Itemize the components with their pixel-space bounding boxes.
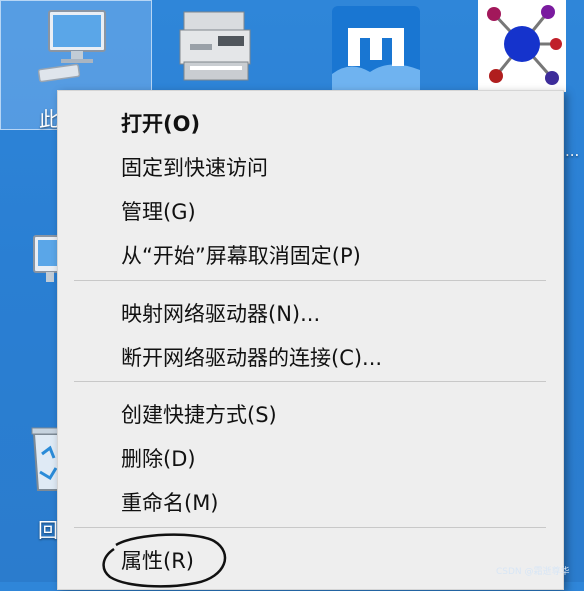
truncated-label-ellipsis: ...: [565, 142, 580, 160]
recycle-bin-label: 回: [38, 518, 58, 542]
watermark: CSDN @霜逝尊华: [496, 567, 570, 577]
menu-item-pin-quick-access[interactable]: 固定到快速访问: [58, 144, 563, 186]
menu-item-create-shortcut[interactable]: 创建快捷方式(S): [58, 391, 563, 433]
printer-icon: [179, 11, 251, 81]
menu-item-manage[interactable]: 管理(G): [58, 188, 563, 230]
menu-item-label: 断开网络驱动器的连接(C)...: [121, 346, 383, 370]
menu-item-properties[interactable]: 属性(R): [58, 533, 563, 588]
menu-item-label: 删除(D): [121, 447, 196, 471]
menu-item-label: 从“开始”屏幕取消固定(P): [121, 244, 361, 268]
menu-item-disconnect-network-drive[interactable]: 断开网络驱动器的连接(C)...: [58, 334, 563, 376]
maxthon-icon: [332, 6, 420, 90]
menu-item-label: 打开(O): [121, 112, 201, 136]
menu-item-unpin-start[interactable]: 从“开始”屏幕取消固定(P): [58, 232, 563, 274]
menu-item-delete[interactable]: 删除(D): [58, 435, 563, 477]
menu-item-rename[interactable]: 重命名(M): [58, 479, 563, 521]
context-menu: 打开(O) 固定到快速访问 管理(G) 从“开始”屏幕取消固定(P) 映射网络驱…: [57, 90, 564, 590]
menu-item-map-network-drive[interactable]: 映射网络驱动器(N)...: [58, 290, 563, 332]
desktop: 此 ... 回 打开(O) 固定到快速访问 管理(G) 从“开始”屏幕取消固定(…: [0, 0, 584, 590]
menu-item-label: 管理(G): [121, 200, 196, 224]
menu-item-label: 固定到快速访问: [121, 156, 268, 180]
menu-separator: [74, 381, 546, 382]
menu-separator: [74, 280, 546, 281]
menu-separator: [74, 527, 546, 528]
this-pc-label: 此: [39, 107, 59, 131]
molecule-icon: [478, 0, 566, 92]
menu-item-open[interactable]: 打开(O): [58, 100, 563, 142]
computer-icon: [37, 10, 106, 83]
menu-item-label: 创建快捷方式(S): [121, 403, 277, 427]
hand-drawn-circle-annotation: [102, 533, 227, 588]
menu-item-label: 映射网络驱动器(N)...: [121, 302, 321, 326]
menu-item-label: 重命名(M): [121, 491, 219, 515]
